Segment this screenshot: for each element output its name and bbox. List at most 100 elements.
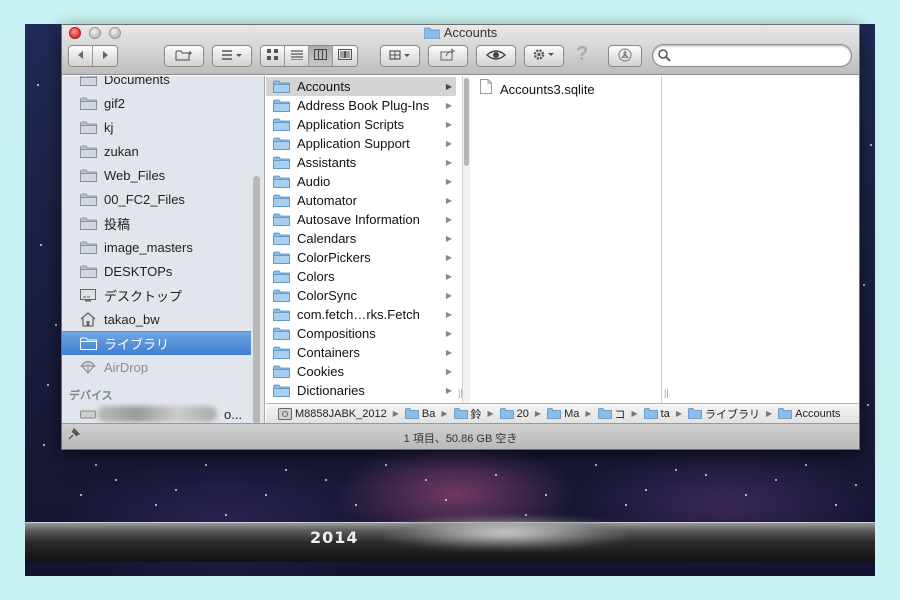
sidebar-item[interactable]: Web_Files <box>62 163 251 187</box>
arrange-button[interactable] <box>212 45 252 67</box>
sidebar-item[interactable]: zukan <box>62 139 251 163</box>
path-crumb[interactable]: 20 ▶ <box>499 408 547 420</box>
disclosure-arrow-icon: ▶ <box>445 272 452 281</box>
path-crumb[interactable]: Ba ▶ <box>404 408 454 420</box>
list-view-button[interactable] <box>285 46 309 66</box>
star <box>40 244 42 246</box>
finder-window: Accounts ? Documents gif2 kj zukan Web_F… <box>61 24 860 450</box>
new-folder-button[interactable] <box>164 45 204 67</box>
sidebar-item[interactable]: gif2 <box>62 91 251 115</box>
folder-name: Automator <box>297 193 357 208</box>
coverflow-view-button[interactable] <box>333 46 357 66</box>
search-field[interactable] <box>652 44 852 67</box>
disclosure-arrow-icon: ▶ <box>445 139 452 148</box>
path-crumb[interactable]: ライブラリ ▶ <box>688 406 778 422</box>
folder-name: Compositions <box>297 326 376 341</box>
folder-name: Audio <box>297 174 331 189</box>
folder-list-item[interactable]: Audio ▶ <box>266 172 456 191</box>
folder-list-item[interactable]: Accounts ▶ <box>266 77 456 96</box>
folder-icon <box>547 408 561 419</box>
sidebar-item[interactable]: Documents <box>62 76 251 91</box>
folder-list-item[interactable]: Colors ▶ <box>266 267 456 286</box>
folder-list-item[interactable]: Application Support ▶ <box>266 134 456 153</box>
folder-list-item[interactable]: Automator ▶ <box>266 191 456 210</box>
desktop-icon <box>79 287 97 303</box>
folder-icon <box>79 263 97 279</box>
search-input[interactable] <box>675 48 845 63</box>
folder-icon <box>273 99 291 113</box>
path-crumb[interactable]: M8858JABK_2012 ▶ <box>278 407 405 420</box>
folder-icon <box>79 95 97 111</box>
sidebar-item[interactable]: DESKTOPs <box>62 259 251 283</box>
folder-list-item[interactable]: ColorPickers ▶ <box>266 248 456 267</box>
column-resize-handle[interactable]: || <box>458 388 463 398</box>
path-crumb[interactable]: ta ▶ <box>643 408 688 420</box>
folder-list-item[interactable]: ColorSync ▶ <box>266 286 456 305</box>
folder-list-item[interactable]: Containers ▶ <box>266 343 456 362</box>
folder-name: com.fetch…rks.Fetch <box>297 307 420 322</box>
eye-icon <box>485 49 507 64</box>
column-scrollbar[interactable] <box>463 76 470 423</box>
folder-list-item[interactable]: Application Scripts ▶ <box>266 115 456 134</box>
disclosure-arrow-icon: ▶ <box>445 120 452 129</box>
path-crumb[interactable]: コ ▶ <box>597 406 644 422</box>
list-icon <box>290 49 303 63</box>
file-item[interactable]: Accounts3.sqlite <box>480 79 595 99</box>
folder-list-item[interactable]: com.fetch…rks.Fetch ▶ <box>266 305 456 324</box>
folder-name: ColorPickers <box>297 250 371 265</box>
folder-name: Autosave Information <box>297 212 420 227</box>
path-crumb[interactable]: 鈴 ▶ <box>453 406 500 422</box>
path-bar: M8858JABK_2012 ▶ Ba ▶ 鈴 ▶ 20 ▶ Ma ▶ コ ▶ ta ▶ ライブラリ ▶ Acc… <box>266 403 859 423</box>
sidebar-item[interactable]: デスクトップ <box>62 283 251 307</box>
quicklook-button[interactable] <box>476 45 516 67</box>
sidebar-scrollbar[interactable] <box>253 176 260 423</box>
folder-list-item[interactable]: Autosave Information ▶ <box>266 210 456 229</box>
folder-icon <box>273 194 291 208</box>
sidebar-item[interactable]: 投稿 <box>62 211 251 235</box>
help-icon[interactable]: ? <box>576 43 588 66</box>
sidebar-item-label: Documents <box>104 76 170 87</box>
sidebar-item[interactable]: 00_FC2_Files <box>62 187 251 211</box>
folder-list-item[interactable]: Calendars ▶ <box>266 229 456 248</box>
icon-view-button[interactable] <box>261 46 285 66</box>
action-button[interactable] <box>524 45 564 67</box>
sidebar-item[interactable]: image_masters <box>62 235 251 259</box>
sidebar-item[interactable]: takao_bw <box>62 307 251 331</box>
folder-list-item[interactable]: Compositions ▶ <box>266 324 456 343</box>
column-view-button[interactable] <box>309 46 333 66</box>
toolbar: Accounts ? <box>62 25 859 75</box>
folder-name: Accounts <box>297 79 351 94</box>
back-button[interactable] <box>69 46 93 66</box>
star <box>95 464 97 466</box>
folder-list-item[interactable]: Cookies ▶ <box>266 362 456 381</box>
star <box>805 464 807 466</box>
forward-button[interactable] <box>93 46 117 66</box>
star <box>863 284 865 286</box>
star <box>775 479 777 481</box>
star <box>175 489 177 491</box>
path-crumb-label: Ma <box>564 407 580 420</box>
column-resize-handle[interactable]: || <box>664 388 669 398</box>
folder-icon <box>273 327 291 341</box>
search-icon <box>658 49 671 67</box>
folder-icon <box>273 137 291 151</box>
arrangement-button[interactable] <box>380 45 420 67</box>
folder-list-item[interactable]: Assistants ▶ <box>266 153 456 172</box>
path-crumb[interactable]: Accounts <box>778 408 840 420</box>
grid-icon <box>267 49 278 63</box>
path-crumb-label: ライブラリ <box>705 408 761 421</box>
folder-icon <box>273 156 291 170</box>
star <box>870 144 872 146</box>
share-button[interactable] <box>428 45 468 67</box>
burn-button[interactable] <box>608 45 642 67</box>
folder-icon <box>79 76 97 87</box>
folder-icon <box>79 191 97 207</box>
sidebar-item[interactable]: kj <box>62 115 251 139</box>
sidebar-item[interactable]: AirDrop <box>62 355 251 379</box>
path-crumb[interactable]: Ma ▶ <box>547 408 597 420</box>
sidebar-item-label: image_masters <box>104 239 193 255</box>
scroll-thumb[interactable] <box>464 78 469 166</box>
folder-list-item[interactable]: Dictionaries ▶ <box>266 381 456 400</box>
folder-list-item[interactable]: Address Book Plug-Ins ▶ <box>266 96 456 115</box>
sidebar-item[interactable]: ライブラリ <box>62 331 251 355</box>
